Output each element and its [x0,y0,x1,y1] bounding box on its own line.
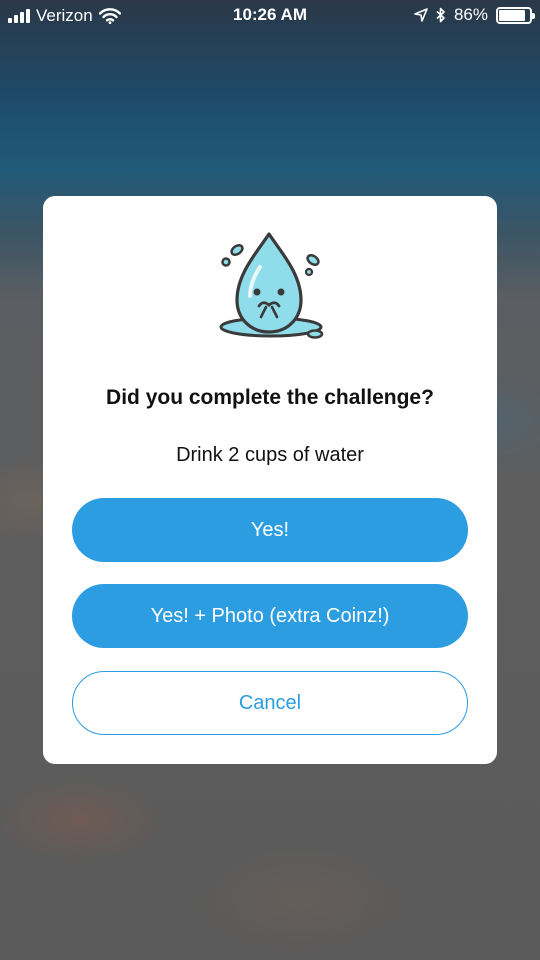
battery-icon [496,6,535,24]
water-drop-icon [219,232,324,339]
challenge-dialog: Did you complete the challenge? Drink 2 … [43,196,497,764]
yes-button[interactable]: Yes! [72,498,468,562]
status-bar: Verizon 10:26 AM 86% [0,0,540,32]
bluetooth-icon [436,7,445,23]
yes-photo-button[interactable]: Yes! + Photo (extra Coinz!) [72,584,468,648]
battery-percent: 86% [453,5,488,24]
location-arrow-icon [414,8,428,22]
status-right: 86% [414,5,535,25]
dialog-title: Did you complete the challenge? [106,386,434,409]
challenge-text: Drink 2 cups of water [176,444,364,466]
cancel-button[interactable]: Cancel [72,671,468,735]
battery-fill [499,9,525,21]
